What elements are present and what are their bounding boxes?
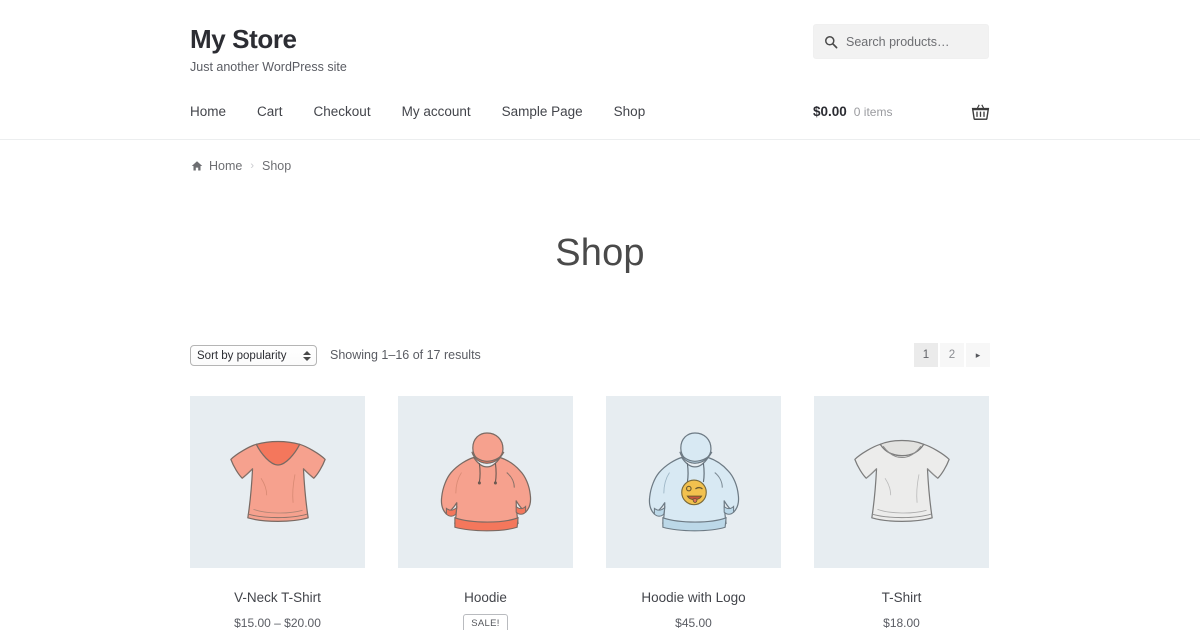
cart-item-count: 0 items: [853, 105, 893, 119]
nav-item-cart[interactable]: Cart: [257, 104, 283, 119]
product-image-hoodie-with-logo[interactable]: [606, 396, 781, 568]
sale-badge: SALE!: [463, 614, 508, 630]
main-navigation: Home Cart Checkout My account Sample Pag…: [190, 104, 645, 119]
site-title[interactable]: My Store: [190, 25, 347, 54]
product-card[interactable]: Hoodie SALE!: [398, 396, 573, 630]
page-title: Shop: [555, 232, 645, 274]
product-title[interactable]: Hoodie with Logo: [606, 590, 781, 605]
product-price: $15.00 – $20.00: [234, 616, 321, 630]
product-image-hoodie[interactable]: [398, 396, 573, 568]
pagination-page-2[interactable]: 2: [940, 343, 964, 367]
product-card[interactable]: Hoodie with Logo $45.00: [606, 396, 781, 630]
site-tagline: Just another WordPress site: [190, 59, 347, 74]
breadcrumb: Home › Shop: [191, 159, 291, 173]
nav-item-checkout[interactable]: Checkout: [314, 104, 371, 119]
nav-item-shop[interactable]: Shop: [614, 104, 646, 119]
cart-button[interactable]: [970, 102, 991, 128]
result-count: Showing 1–16 of 17 results: [330, 348, 481, 362]
cart-summary[interactable]: $0.00 0 items: [813, 104, 892, 119]
product-grid: V-Neck T-Shirt $15.00 – $20.00 Hoodie SA…: [190, 396, 990, 630]
product-title[interactable]: T-Shirt: [814, 590, 989, 605]
site-header: My Store Just another WordPress site Hom…: [0, 0, 1200, 140]
nav-item-sample-page[interactable]: Sample Page: [502, 104, 583, 119]
breadcrumb-home[interactable]: Home: [209, 159, 242, 173]
pagination: 1 2 ▸: [914, 343, 990, 367]
product-card[interactable]: T-Shirt $18.00: [814, 396, 989, 630]
emoji-logo: [680, 479, 707, 506]
product-image-v-neck-tshirt[interactable]: [190, 396, 365, 568]
breadcrumb-current: Shop: [262, 159, 292, 173]
pagination-next-button[interactable]: ▸: [966, 343, 990, 367]
product-price: $18.00: [883, 616, 920, 630]
breadcrumb-separator: ›: [250, 160, 255, 172]
nav-item-home[interactable]: Home: [190, 104, 226, 119]
shop-page: My Store Just another WordPress site Hom…: [0, 0, 1200, 630]
search-input[interactable]: [846, 34, 976, 49]
pagination-page-1[interactable]: 1: [914, 343, 938, 367]
shopping-basket-icon: [970, 104, 991, 127]
product-search-box[interactable]: [813, 24, 989, 59]
product-title[interactable]: V-Neck T-Shirt: [190, 590, 365, 605]
nav-item-my-account[interactable]: My account: [402, 104, 471, 119]
product-price: $45.00: [675, 616, 712, 630]
site-branding[interactable]: My Store Just another WordPress site: [190, 25, 347, 74]
product-card[interactable]: V-Neck T-Shirt $15.00 – $20.00: [190, 396, 365, 630]
product-image-tshirt[interactable]: [814, 396, 989, 568]
search-icon: [824, 35, 838, 49]
cart-total-amount: $0.00: [813, 104, 847, 119]
shop-toolbar: Sort by popularity Showing 1–16 of 17 re…: [190, 343, 990, 369]
product-title[interactable]: Hoodie: [398, 590, 573, 605]
sort-by-select[interactable]: Sort by popularity: [190, 345, 317, 366]
sort-by-selected-value: Sort by popularity: [197, 349, 287, 362]
home-icon: [191, 160, 203, 172]
chevron-updown-icon: [303, 350, 311, 361]
